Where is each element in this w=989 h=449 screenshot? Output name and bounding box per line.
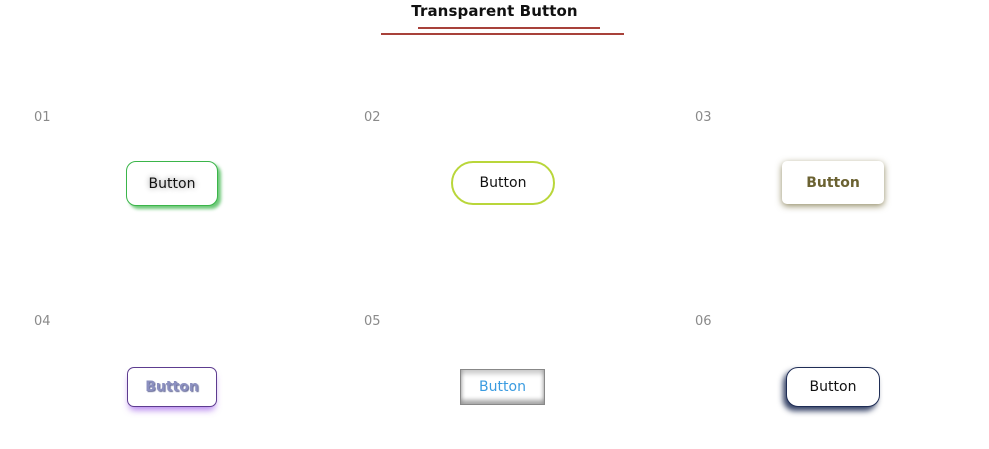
item-number-02: 02	[364, 110, 381, 125]
item-number-04: 04	[34, 314, 51, 329]
button-02[interactable]: Button	[451, 161, 555, 205]
button-03[interactable]: Button	[782, 161, 884, 204]
button-04[interactable]: Button	[127, 367, 217, 407]
page: Transparent Button 01 Button 02 Button 0…	[0, 0, 989, 449]
button-01[interactable]: Button	[126, 161, 218, 206]
page-title: Transparent Button	[411, 2, 578, 20]
item-number-01: 01	[34, 110, 51, 125]
item-number-05: 05	[364, 314, 381, 329]
button-06[interactable]: Button	[786, 367, 880, 407]
title-underline-long	[381, 33, 624, 35]
button-05[interactable]: Button	[460, 369, 545, 405]
item-number-03: 03	[695, 110, 712, 125]
title-underline-short	[418, 27, 600, 29]
item-number-06: 06	[695, 314, 712, 329]
